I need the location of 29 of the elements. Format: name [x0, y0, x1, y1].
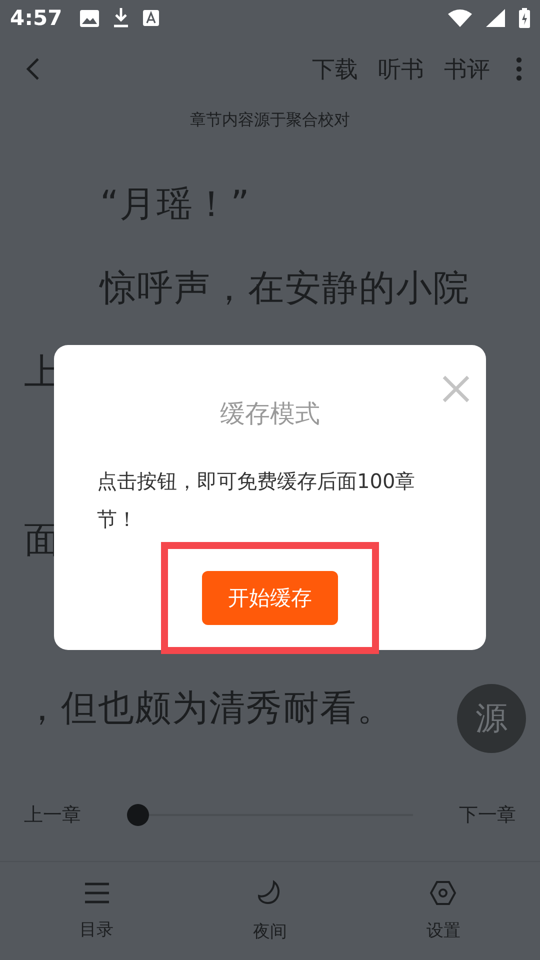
nav-button[interactable]: 设置 [383, 880, 504, 942]
settings-icon [430, 880, 456, 904]
source-button[interactable]: 源 [457, 684, 526, 753]
text-line: 惊呼声，在安静的小院 [100, 266, 470, 310]
toolbar-action[interactable]: 书评 [444, 54, 490, 84]
dialog-title: 缓存模式 [220, 398, 320, 430]
dialog-message: 点击按钮，即可免费缓存后面100章节！ [96, 468, 416, 533]
signal-icon [486, 9, 505, 27]
more-icon[interactable] [516, 57, 522, 81]
next-chapter-link[interactable]: 下一章 [459, 802, 516, 828]
source-note: 章节内容源于聚合校对 [189, 110, 351, 131]
status-time: 4:57 [10, 6, 62, 30]
text-line: “月瑶！” [100, 182, 250, 226]
start-cache-button[interactable]: 开始缓存 [202, 571, 338, 625]
font-icon [143, 10, 160, 26]
download-icon [113, 8, 130, 28]
battery-icon [519, 8, 530, 28]
nav-button[interactable]: 目录 [36, 882, 157, 940]
menu-icon [84, 882, 110, 904]
back-icon[interactable] [26, 57, 40, 81]
toolbar-action[interactable]: 下载 [312, 54, 358, 84]
nav-button[interactable]: 夜间 [210, 880, 330, 942]
text-line: ，但也颇为清秀耐看。 [24, 686, 394, 730]
close-icon[interactable] [442, 375, 470, 403]
toolbar-action[interactable]: 听书 [378, 54, 424, 84]
wifi-icon [448, 9, 472, 27]
slider-thumb[interactable] [127, 804, 149, 826]
previous-chapter-link[interactable]: 上一章 [24, 802, 81, 828]
image-icon [80, 10, 100, 26]
